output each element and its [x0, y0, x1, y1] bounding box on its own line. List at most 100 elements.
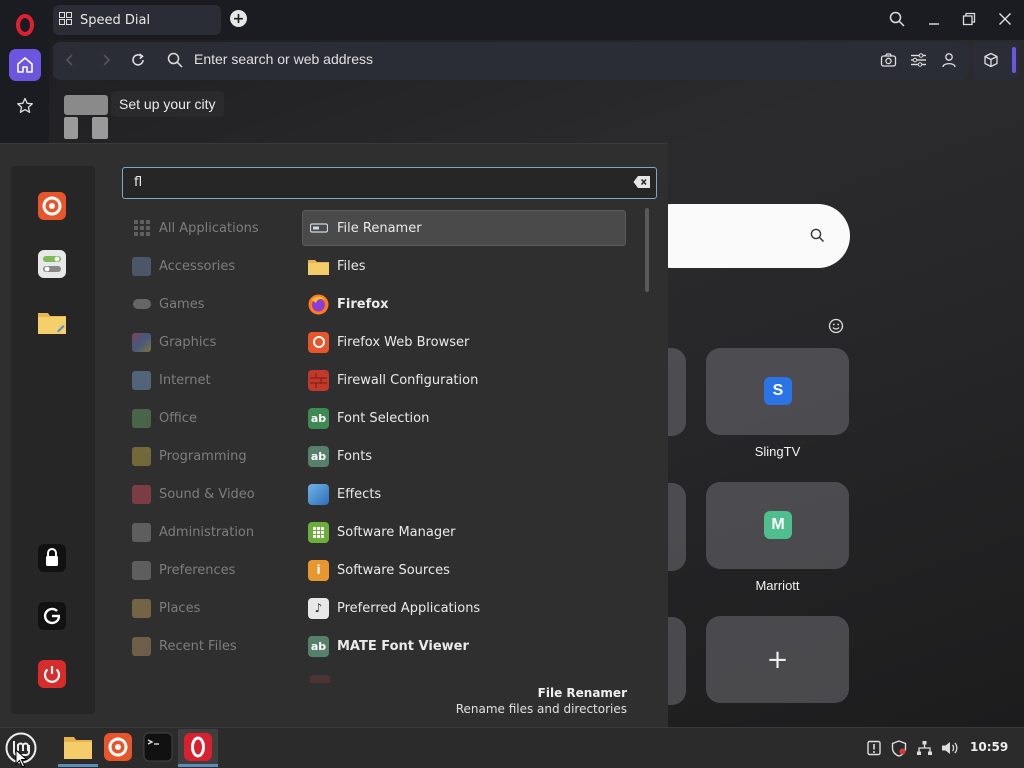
app-software-manager[interactable]: Software Manager [308, 517, 626, 547]
app-description-title: File Renamer [537, 686, 627, 700]
marriott-label: Marriott [755, 578, 800, 593]
font-icon: ab [308, 635, 329, 657]
software-sources-icon: i [308, 559, 329, 581]
play-icon [132, 484, 151, 504]
cloud-icon [132, 370, 151, 390]
scissors-icon [132, 256, 151, 276]
account-icon[interactable] [941, 52, 957, 72]
firefox-icon [308, 294, 329, 315]
tab-title: Speed Dial [80, 12, 151, 28]
app-file-renamer[interactable]: File Renamer [308, 213, 626, 243]
category-games[interactable]: Games [132, 289, 204, 319]
volume-icon[interactable] [941, 739, 959, 757]
address-input[interactable]: Enter search or web address [194, 51, 373, 67]
partially-hidden-app-icon [310, 675, 330, 683]
taskbar-terminal-icon[interactable] [140, 730, 176, 764]
app-firefox[interactable]: Firefox [308, 289, 626, 319]
files-running-indicator [58, 764, 98, 767]
category-office[interactable]: Office [132, 403, 197, 433]
category-internet[interactable]: Internet [132, 365, 211, 395]
app-list-scrollbar[interactable] [645, 208, 649, 292]
speed-dial-search-icon[interactable] [810, 228, 825, 247]
category-accessories[interactable]: Accessories [132, 251, 235, 281]
set-up-city-tooltip[interactable]: Set up your city [111, 91, 224, 117]
software-manager-icon [308, 521, 329, 543]
forward-icon[interactable] [99, 52, 113, 72]
app-font-selection[interactable]: ab Font Selection [308, 403, 626, 433]
firefox-favorite-icon[interactable] [32, 186, 72, 226]
customize-smiley-icon[interactable] [828, 318, 844, 338]
logout-icon[interactable] [32, 596, 72, 636]
sidebar-accent-bar [1012, 47, 1016, 73]
app-software-sources[interactable]: i Software Sources [308, 555, 626, 585]
category-places[interactable]: Places [132, 593, 200, 623]
firefox-icon [308, 331, 329, 353]
back-icon[interactable] [63, 52, 77, 72]
taskbar-files-icon[interactable] [60, 730, 96, 764]
preferred-apps-icon: ♪ [308, 597, 329, 619]
text-editor-icon[interactable] [32, 302, 72, 342]
search-icon [167, 52, 183, 72]
office-icon [132, 408, 151, 428]
slingtv-favicon-icon: S [764, 377, 792, 405]
folder-icon [132, 598, 151, 618]
font-icon: ab [308, 407, 329, 429]
camera-icon[interactable] [880, 52, 897, 72]
home-icon[interactable] [9, 49, 41, 81]
opera-running-indicator [178, 764, 218, 767]
programming-icon [132, 446, 151, 466]
app-firewall-configuration[interactable]: Firewall Configuration [308, 365, 626, 395]
category-all-applications[interactable]: All Applications [132, 213, 259, 243]
add-site-plus-icon[interactable]: + [706, 616, 849, 703]
menu-search-value: fl [134, 175, 143, 190]
app-description-text: Rename files and directories [455, 702, 627, 716]
category-sound-video[interactable]: Sound & Video [132, 479, 255, 509]
preferences-icon [132, 560, 151, 580]
update-manager-icon[interactable] [865, 739, 883, 757]
shutdown-icon[interactable] [32, 654, 72, 694]
search-tabs-icon[interactable] [885, 8, 909, 30]
taskbar-opera-icon[interactable] [180, 730, 216, 764]
bookmarks-star-icon[interactable] [13, 94, 37, 118]
lock-screen-icon[interactable] [32, 538, 72, 578]
category-recent-files[interactable]: Recent Files [132, 631, 237, 661]
category-graphics[interactable]: Graphics [132, 327, 216, 357]
category-preferences[interactable]: Preferences [132, 555, 235, 585]
address-bar[interactable] [53, 42, 969, 80]
app-fonts[interactable]: ab Fonts [308, 441, 626, 471]
clear-search-icon[interactable] [633, 175, 651, 189]
app-effects[interactable]: Effects [308, 479, 626, 509]
minimize-icon[interactable] [922, 8, 946, 30]
network-icon[interactable] [915, 739, 933, 757]
reload-icon[interactable] [130, 52, 146, 72]
extensions-cube-icon[interactable] [983, 52, 999, 72]
app-firefox-web-browser[interactable]: Firefox Web Browser [308, 327, 626, 357]
new-tab-plus-icon[interactable]: + [230, 10, 247, 27]
shield-icon[interactable] [890, 739, 908, 757]
close-icon[interactable] [993, 8, 1017, 30]
app-mate-font-viewer[interactable]: ab MATE Font Viewer [308, 631, 626, 661]
effects-icon [308, 483, 329, 505]
slingtv-label: SlingTV [754, 444, 801, 459]
taskbar-firefox-icon[interactable] [100, 730, 136, 764]
tab-speed-dial[interactable]: Speed Dial [53, 5, 221, 35]
admin-icon [132, 522, 151, 542]
folder-icon [308, 256, 329, 277]
grid-icon [132, 219, 151, 238]
easy-setup-icon[interactable] [910, 52, 927, 72]
menu-search-input[interactable] [122, 167, 657, 199]
restore-icon[interactable] [957, 8, 981, 30]
weather-icon[interactable] [64, 95, 110, 139]
app-files[interactable]: Files [308, 251, 626, 281]
mouse-pointer-icon [15, 748, 29, 768]
category-administration[interactable]: Administration [132, 517, 254, 547]
speed-dial-grid-icon [59, 11, 72, 29]
opera-logo-icon[interactable] [12, 12, 38, 38]
app-preferred-applications[interactable]: ♪ Preferred Applications [308, 593, 626, 623]
marriott-favicon-icon: M [764, 511, 792, 539]
category-programming[interactable]: Programming [132, 441, 247, 471]
settings-toggle-icon[interactable] [32, 244, 72, 284]
taskbar-clock[interactable]: 10:59 [970, 740, 1008, 754]
renamer-icon [308, 218, 329, 239]
firewall-icon [308, 369, 329, 391]
